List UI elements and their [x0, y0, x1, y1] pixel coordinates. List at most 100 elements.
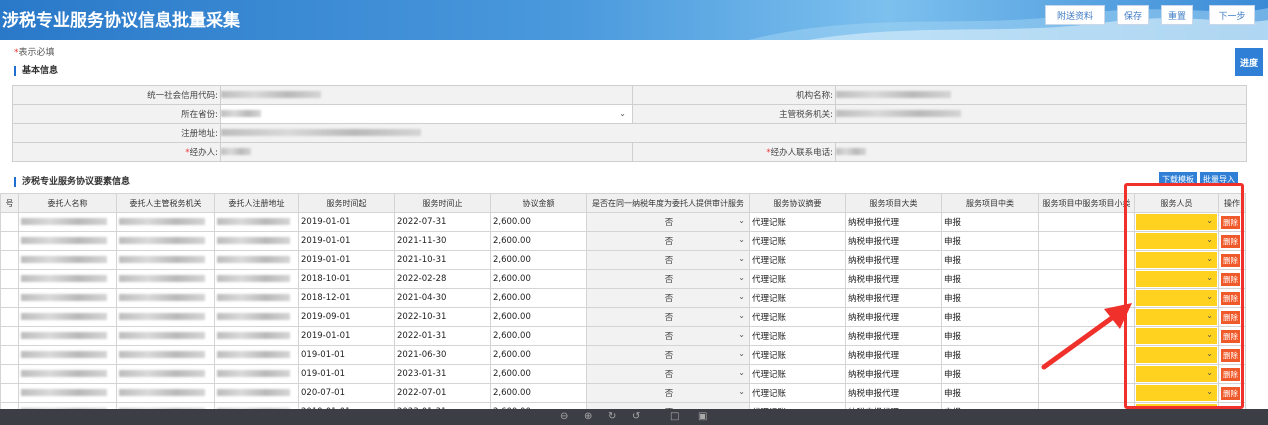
service-end-cell[interactable]: 2022-02-28: [394, 269, 491, 289]
service-end-cell[interactable]: 2022-07-01: [394, 383, 491, 403]
summary-cell[interactable]: 代理记账: [749, 307, 846, 327]
amount-cell[interactable]: 2,600.00: [490, 269, 587, 289]
staff-select[interactable]: ⌄: [1134, 345, 1219, 365]
summary-cell[interactable]: 代理记账: [749, 288, 846, 308]
major-category-cell[interactable]: 纳税申报代理: [845, 250, 942, 270]
service-end-cell[interactable]: 2021-04-30: [394, 288, 491, 308]
amount-cell[interactable]: 2,600.00: [490, 364, 587, 384]
staff-select[interactable]: ⌄: [1134, 383, 1219, 403]
major-category-cell[interactable]: 纳税申报代理: [845, 288, 942, 308]
major-category-cell[interactable]: 纳税申报代理: [845, 231, 942, 251]
service-start-cell[interactable]: 2019-01-01: [298, 231, 395, 251]
mid-category-cell[interactable]: 申报: [941, 288, 1039, 308]
rotate-icon[interactable]: ↻: [608, 411, 616, 422]
audit-select[interactable]: 否⌄: [586, 250, 750, 270]
amount-cell[interactable]: 2,600.00: [490, 250, 587, 270]
fit-icon[interactable]: □: [670, 411, 679, 422]
staff-select[interactable]: ⌄: [1134, 250, 1219, 270]
mid-category-cell[interactable]: 申报: [941, 250, 1039, 270]
service-end-cell[interactable]: 2021-11-30: [394, 231, 491, 251]
staff-select[interactable]: ⌄: [1134, 231, 1219, 251]
sub-category-cell[interactable]: [1038, 364, 1135, 384]
delete-button[interactable]: 删除: [1221, 348, 1240, 362]
major-category-cell[interactable]: 纳税申报代理: [845, 345, 942, 365]
staff-select[interactable]: ⌄: [1134, 364, 1219, 384]
org-name-field[interactable]: [835, 85, 1247, 105]
delete-button[interactable]: 删除: [1221, 367, 1240, 381]
major-category-cell[interactable]: 纳税申报代理: [845, 307, 942, 327]
staff-select[interactable]: ⌄: [1134, 307, 1219, 327]
amount-cell[interactable]: 2,600.00: [490, 307, 587, 327]
staff-select[interactable]: ⌄: [1134, 288, 1219, 308]
service-start-cell[interactable]: 020-07-01: [298, 383, 395, 403]
delete-button[interactable]: 删除: [1221, 310, 1240, 324]
zoom-out-icon[interactable]: ⊖: [560, 411, 568, 422]
reset-button[interactable]: 重置: [1161, 5, 1193, 25]
audit-select[interactable]: 否⌄: [586, 383, 750, 403]
tax-office-field[interactable]: [835, 104, 1247, 124]
staff-select[interactable]: ⌄: [1134, 269, 1219, 289]
sub-category-cell[interactable]: [1038, 345, 1135, 365]
sub-category-cell[interactable]: [1038, 231, 1135, 251]
audit-select[interactable]: 否⌄: [586, 212, 750, 232]
save-button[interactable]: 保存: [1117, 5, 1149, 25]
sub-category-cell[interactable]: [1038, 212, 1135, 232]
delete-button[interactable]: 删除: [1221, 215, 1240, 229]
service-end-cell[interactable]: 2022-07-31: [394, 212, 491, 232]
delete-button[interactable]: 删除: [1221, 386, 1240, 400]
service-start-cell[interactable]: 019-01-01: [298, 345, 395, 365]
mid-category-cell[interactable]: 申报: [941, 212, 1039, 232]
summary-cell[interactable]: 代理记账: [749, 364, 846, 384]
mid-category-cell[interactable]: 申报: [941, 231, 1039, 251]
summary-cell[interactable]: 代理记账: [749, 383, 846, 403]
service-start-cell[interactable]: 2019-01-01: [298, 326, 395, 346]
delete-button[interactable]: 删除: [1221, 253, 1240, 267]
audit-select[interactable]: 否⌄: [586, 231, 750, 251]
batch-import-button[interactable]: 批量导入: [1200, 172, 1238, 186]
audit-select[interactable]: 否⌄: [586, 345, 750, 365]
sub-category-cell[interactable]: [1038, 326, 1135, 346]
service-end-cell[interactable]: 2022-01-31: [394, 326, 491, 346]
service-start-cell[interactable]: 2018-12-01: [298, 288, 395, 308]
mid-category-cell[interactable]: 申报: [941, 307, 1039, 327]
audit-select[interactable]: 否⌄: [586, 269, 750, 289]
zoom-in-icon[interactable]: ⊕: [584, 411, 592, 422]
delete-button[interactable]: 删除: [1221, 329, 1240, 343]
audit-select[interactable]: 否⌄: [586, 307, 750, 327]
summary-cell[interactable]: 代理记账: [749, 250, 846, 270]
save-image-icon[interactable]: ▣: [698, 411, 707, 422]
mid-category-cell[interactable]: 申报: [941, 383, 1039, 403]
major-category-cell[interactable]: 纳税申报代理: [845, 364, 942, 384]
audit-select[interactable]: 否⌄: [586, 288, 750, 308]
service-start-cell[interactable]: 2019-01-01: [298, 212, 395, 232]
major-category-cell[interactable]: 纳税申报代理: [845, 269, 942, 289]
delete-button[interactable]: 删除: [1221, 291, 1240, 305]
summary-cell[interactable]: 代理记账: [749, 269, 846, 289]
sub-category-cell[interactable]: [1038, 383, 1135, 403]
sub-category-cell[interactable]: [1038, 288, 1135, 308]
attach-docs-button[interactable]: 附送资料: [1045, 5, 1105, 25]
sub-category-cell[interactable]: [1038, 250, 1135, 270]
major-category-cell[interactable]: 纳税申报代理: [845, 383, 942, 403]
amount-cell[interactable]: 2,600.00: [490, 326, 587, 346]
mid-category-cell[interactable]: 申报: [941, 364, 1039, 384]
amount-cell[interactable]: 2,600.00: [490, 231, 587, 251]
sub-category-cell[interactable]: [1038, 269, 1135, 289]
major-category-cell[interactable]: 纳税申报代理: [845, 326, 942, 346]
mid-category-cell[interactable]: 申报: [941, 269, 1039, 289]
audit-select[interactable]: 否⌄: [586, 364, 750, 384]
staff-select[interactable]: ⌄: [1134, 212, 1219, 232]
province-select[interactable]: ⌄: [220, 104, 633, 124]
audit-select[interactable]: 否⌄: [586, 326, 750, 346]
next-step-button[interactable]: 下一步: [1209, 5, 1255, 25]
delete-button[interactable]: 删除: [1221, 272, 1240, 286]
summary-cell[interactable]: 代理记账: [749, 231, 846, 251]
handler-phone-field[interactable]: [835, 142, 1247, 162]
download-template-button[interactable]: 下载模板: [1159, 172, 1197, 186]
service-start-cell[interactable]: 2019-09-01: [298, 307, 395, 327]
amount-cell[interactable]: 2,600.00: [490, 212, 587, 232]
service-end-cell[interactable]: 2021-10-31: [394, 250, 491, 270]
progress-button[interactable]: 进度: [1235, 48, 1263, 76]
staff-select[interactable]: ⌄: [1134, 326, 1219, 346]
amount-cell[interactable]: 2,600.00: [490, 345, 587, 365]
